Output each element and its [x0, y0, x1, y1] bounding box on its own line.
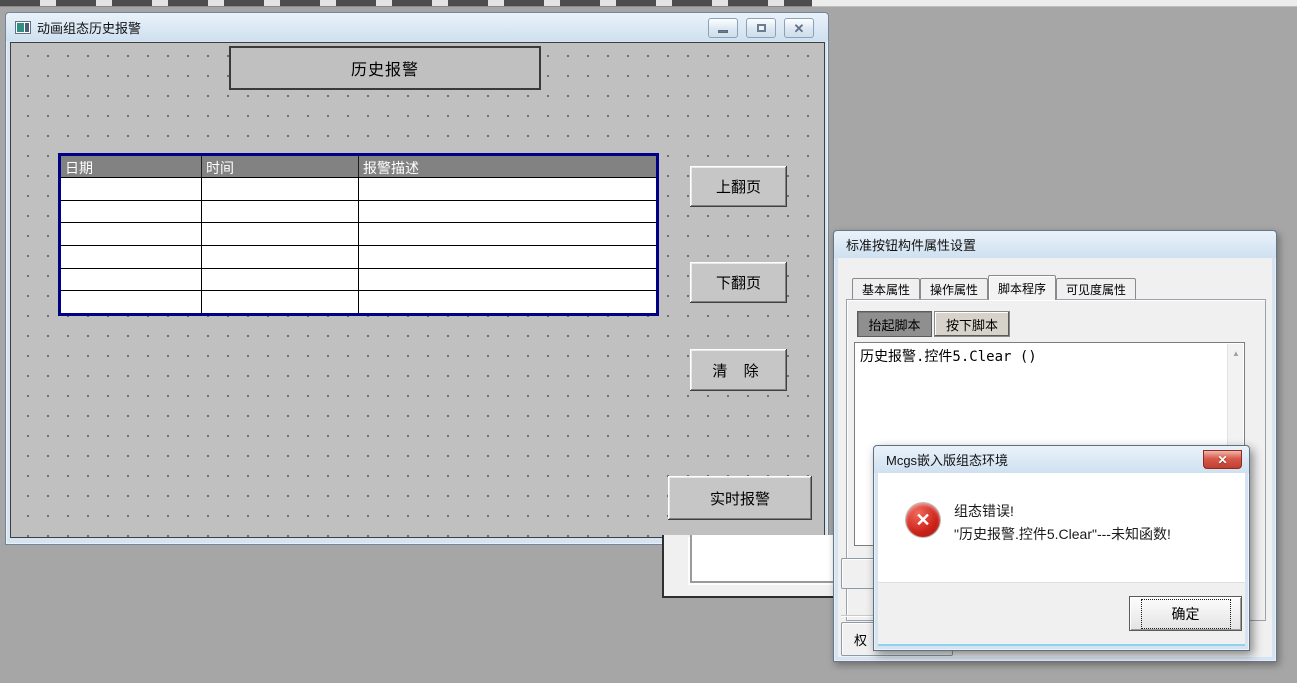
properties-dialog-title: 标准按钮构件属性设置 — [846, 235, 976, 254]
tab-operation-properties[interactable]: 操作属性 — [920, 278, 988, 300]
error-dialog-title: Mcgs嵌入版组态环境 — [886, 450, 1008, 469]
table-cell — [359, 223, 656, 245]
ok-button[interactable]: 确定 — [1129, 596, 1242, 631]
release-script-tab[interactable]: 抬起脚本 — [857, 311, 932, 337]
error-message: 组态错误! "历史报警.控件5.Clear"---未知函数! — [954, 500, 1171, 546]
table-cell — [359, 246, 656, 268]
script-content[interactable]: 历史报警.控件5.Clear () — [855, 343, 1227, 369]
table-cell — [61, 291, 202, 313]
table-cell — [359, 291, 656, 313]
background-toolbar-fragment — [0, 0, 812, 7]
minimize-button[interactable] — [708, 18, 738, 38]
designer-titlebar[interactable]: 动画组态历史报警 ✕ — [6, 13, 828, 41]
close-button[interactable]: ✕ — [784, 18, 814, 38]
close-icon: ✕ — [794, 22, 805, 35]
scrollbar-up-icon[interactable]: ▲ — [1228, 346, 1244, 361]
column-header-date: 日期 — [61, 156, 202, 177]
table-cell — [202, 291, 359, 313]
form-canvas[interactable]: 历史报警 日期 时间 报警描述 上翻页 下翻页 清 除 实时报警 — [10, 42, 825, 538]
error-close-button[interactable]: ✕ — [1203, 450, 1242, 469]
properties-dialog-titlebar[interactable]: 标准按钮构件属性设置 — [834, 231, 1276, 258]
page-down-button[interactable]: 下翻页 — [690, 262, 787, 303]
table-row[interactable] — [61, 177, 656, 200]
table-cell — [61, 223, 202, 245]
error-message-line1: 组态错误! — [954, 500, 1171, 523]
error-icon-glyph: ✕ — [915, 510, 930, 531]
tab-script-program[interactable]: 脚本程序 — [988, 275, 1056, 300]
designer-window-title: 动画组态历史报警 — [37, 18, 141, 37]
alarm-table-body — [61, 177, 656, 313]
tab-visibility-properties[interactable]: 可见度属性 — [1056, 278, 1136, 300]
alarm-table-header: 日期 时间 报警描述 — [61, 156, 656, 177]
ok-button-label: 确定 — [1141, 599, 1231, 629]
error-dialog-titlebar[interactable]: Mcgs嵌入版组态环境 ✕ — [874, 446, 1249, 473]
table-row[interactable] — [61, 200, 656, 223]
desktop: 动画组态历史报警 ✕ 历史报警 日期 时间 报警描述 上翻页 下翻页 清 除 实… — [0, 0, 1297, 683]
error-dialog: Mcgs嵌入版组态环境 ✕ ✕ 组态错误! "历史报警.控件5.Clear"--… — [873, 445, 1250, 651]
table-cell — [359, 269, 656, 291]
maximize-icon — [757, 24, 766, 32]
background-toolbar-fragment-right — [812, 0, 1297, 7]
table-cell — [202, 201, 359, 223]
table-cell — [202, 246, 359, 268]
minimize-icon — [718, 30, 728, 33]
table-row[interactable] — [61, 268, 656, 291]
table-cell — [61, 178, 202, 200]
table-cell — [359, 178, 656, 200]
column-header-description: 报警描述 — [359, 156, 656, 177]
table-cell — [61, 269, 202, 291]
properties-tab-bar: 基本属性 操作属性 脚本程序 可见度属性 — [852, 276, 1136, 300]
form-window-icon — [15, 21, 31, 34]
error-message-line2: "历史报警.控件5.Clear"---未知函数! — [954, 523, 1171, 546]
table-cell — [202, 269, 359, 291]
table-cell — [202, 178, 359, 200]
table-cell — [61, 201, 202, 223]
table-row[interactable] — [61, 222, 656, 245]
alarm-table[interactable]: 日期 时间 报警描述 — [58, 153, 659, 316]
realtime-alarm-button[interactable]: 实时报警 — [668, 476, 812, 520]
table-cell — [359, 201, 656, 223]
table-row[interactable] — [61, 245, 656, 268]
column-header-time: 时间 — [202, 156, 359, 177]
window-controls: ✕ — [708, 18, 814, 38]
maximize-button[interactable] — [746, 18, 776, 38]
error-close-icon: ✕ — [1217, 453, 1227, 467]
designer-window: 动画组态历史报警 ✕ 历史报警 日期 时间 报警描述 上翻页 下翻页 清 除 实… — [5, 12, 829, 545]
press-script-tab[interactable]: 按下脚本 — [934, 311, 1010, 337]
clear-button[interactable]: 清 除 — [690, 349, 787, 391]
table-cell — [61, 246, 202, 268]
tab-basic-properties[interactable]: 基本属性 — [852, 278, 920, 300]
table-row[interactable] — [61, 290, 656, 313]
table-cell — [202, 223, 359, 245]
history-alarm-title-box[interactable]: 历史报警 — [229, 46, 541, 90]
error-icon: ✕ — [906, 503, 940, 537]
page-up-button[interactable]: 上翻页 — [690, 166, 787, 207]
error-dialog-body: ✕ 组态错误! "历史报警.控件5.Clear"---未知函数! 确定 — [878, 473, 1245, 646]
